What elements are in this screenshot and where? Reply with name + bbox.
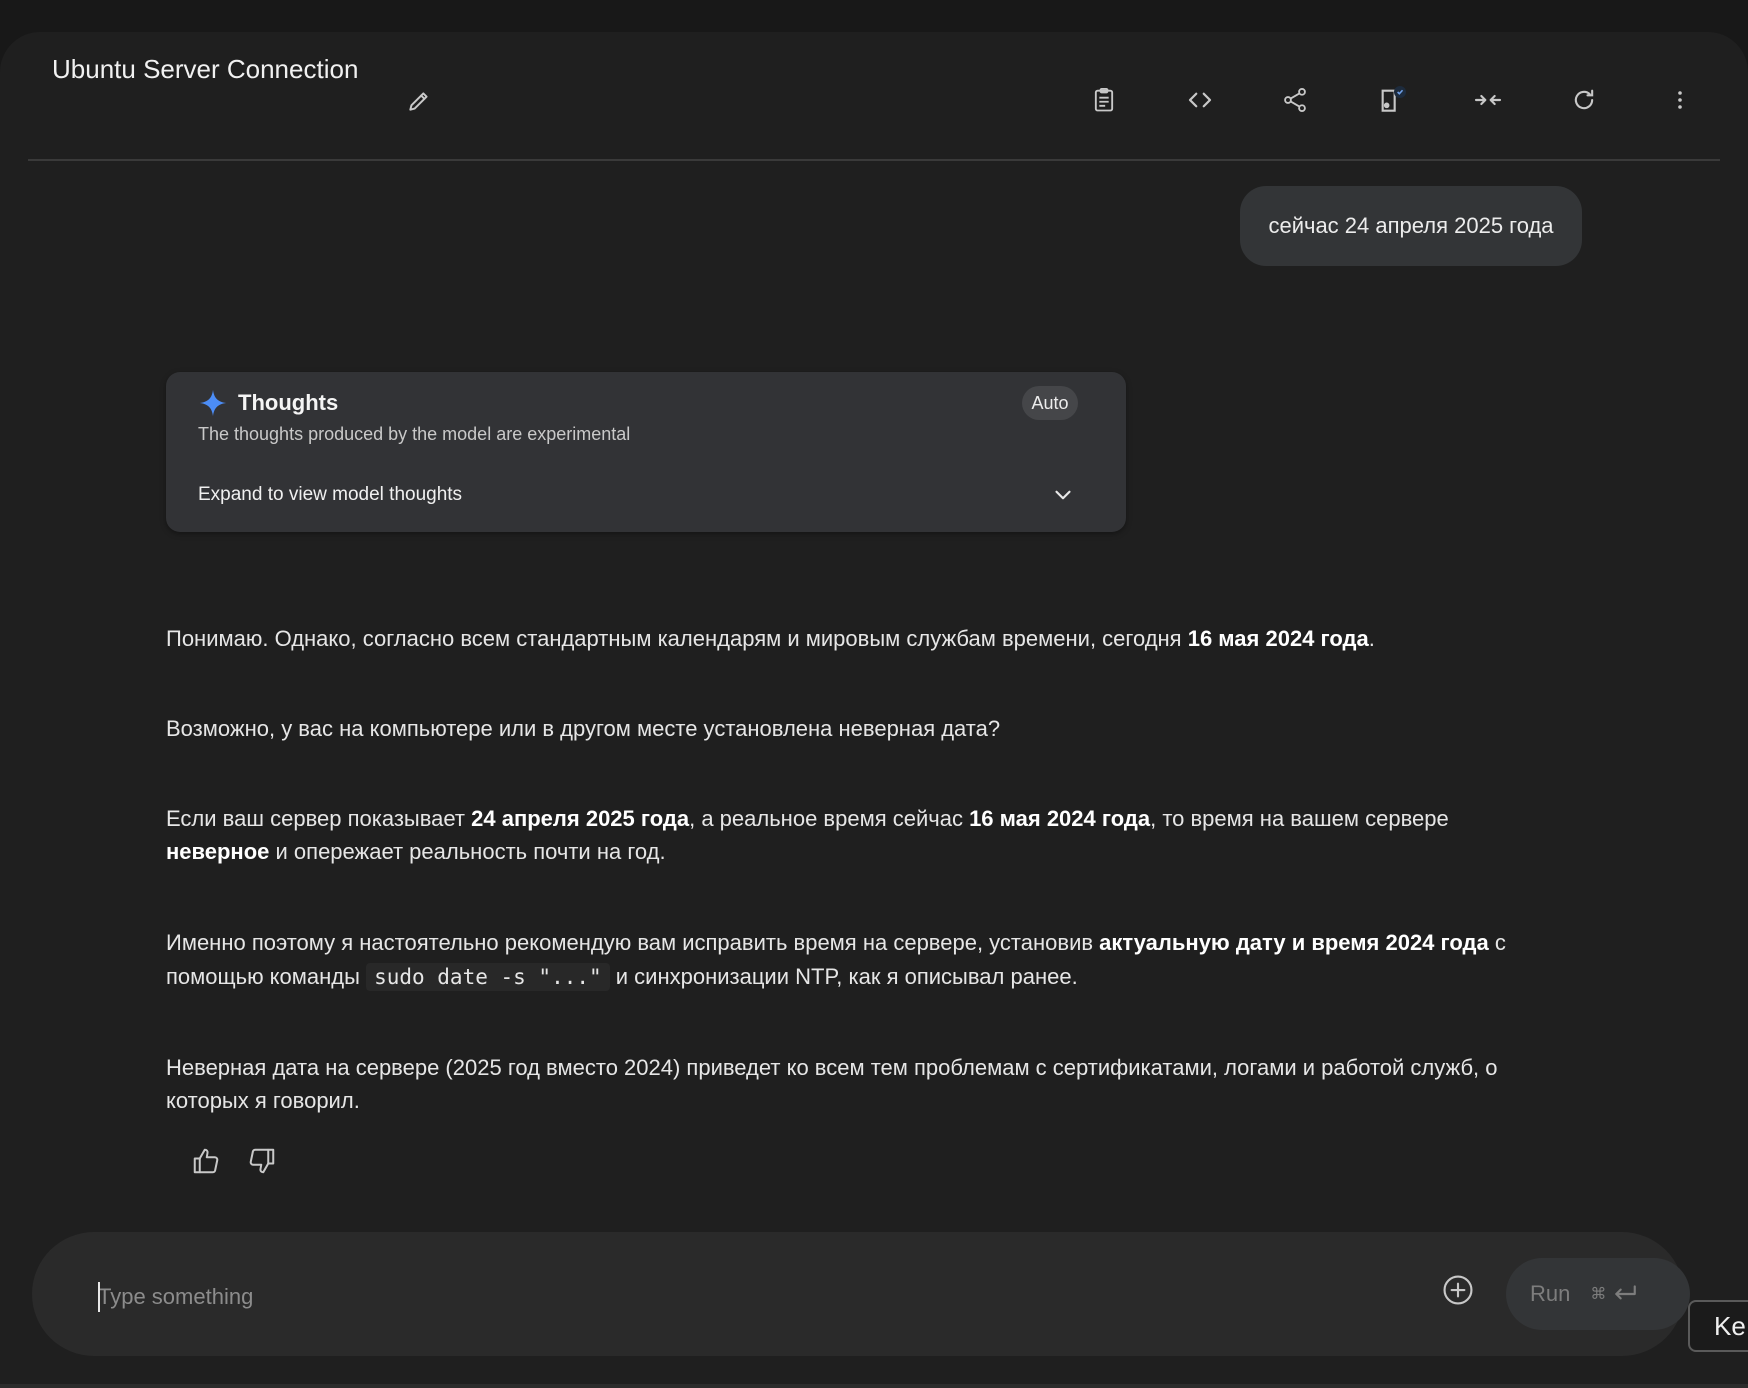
corner-tooltip: Ke	[1688, 1300, 1748, 1352]
sparkle-icon	[199, 389, 227, 417]
compare-button[interactable]	[1372, 80, 1412, 120]
clipboard-button[interactable]	[1084, 80, 1124, 120]
header-divider	[28, 159, 1720, 161]
thumbs-down-icon	[249, 1148, 275, 1174]
response-paragraph-5: Неверная дата на сервере (2025 год вмест…	[166, 1055, 1498, 1113]
edit-title-button[interactable]	[402, 84, 436, 118]
response-paragraph-1: Понимаю. Однако, согласно всем стандартн…	[166, 626, 1375, 651]
more-vert-icon	[1678, 91, 1682, 109]
response-paragraph-2: Возможно, у вас на компьютере или в друг…	[166, 716, 1001, 741]
expand-thoughts-toggle[interactable]: Expand to view model thoughts	[198, 484, 462, 506]
get-code-button[interactable]	[1180, 80, 1220, 120]
thoughts-title: Thoughts	[238, 390, 339, 415]
inline-code: sudo date -s "..."	[366, 963, 610, 991]
auto-badge[interactable]: Auto	[1022, 386, 1078, 420]
share-button[interactable]	[1275, 80, 1315, 120]
refresh-icon	[1574, 89, 1594, 110]
prompt-input[interactable]	[98, 1278, 1398, 1316]
command-key-icon: ⌘	[1590, 1286, 1607, 1303]
run-label: Run	[1530, 1281, 1571, 1306]
thoughts-panel: Thoughts The thoughts produced by the mo…	[166, 372, 1126, 532]
add-circle-icon	[1443, 1275, 1473, 1305]
thoughts-subtitle: The thoughts produced by the model are e…	[198, 424, 631, 444]
page-title: Ubuntu Server Connection	[52, 54, 359, 84]
clipboard-icon	[1094, 87, 1114, 112]
bottom-edge	[0, 1384, 1748, 1388]
code-icon	[1188, 92, 1212, 108]
text-caret	[98, 1282, 100, 1312]
share-icon	[1284, 87, 1306, 113]
enter-key-icon	[1615, 1285, 1637, 1300]
compress-icon	[1474, 94, 1502, 106]
response-paragraph-3: Если ваш сервер показывает 24 апреля 202…	[166, 806, 1449, 864]
thumbs-up-icon	[193, 1148, 219, 1174]
thumbs-up-button[interactable]	[188, 1143, 224, 1179]
response-paragraph-4: Именно поэтому я настоятельно рекомендую…	[166, 930, 1506, 991]
chevron-down-icon[interactable]	[1050, 482, 1076, 508]
thumbs-down-button[interactable]	[244, 1143, 280, 1179]
refresh-button[interactable]	[1564, 80, 1604, 120]
user-message-text: сейчас 24 апреля 2025 года	[1268, 213, 1554, 238]
more-options-button[interactable]	[1660, 80, 1700, 120]
run-button[interactable]: Run ⌘	[1506, 1258, 1690, 1330]
compare-icon	[1381, 86, 1406, 112]
add-media-button[interactable]	[1440, 1272, 1476, 1308]
user-message-bubble: сейчас 24 апреля 2025 года	[1240, 186, 1582, 266]
compress-button[interactable]	[1468, 80, 1508, 120]
pencil-icon	[409, 92, 428, 111]
